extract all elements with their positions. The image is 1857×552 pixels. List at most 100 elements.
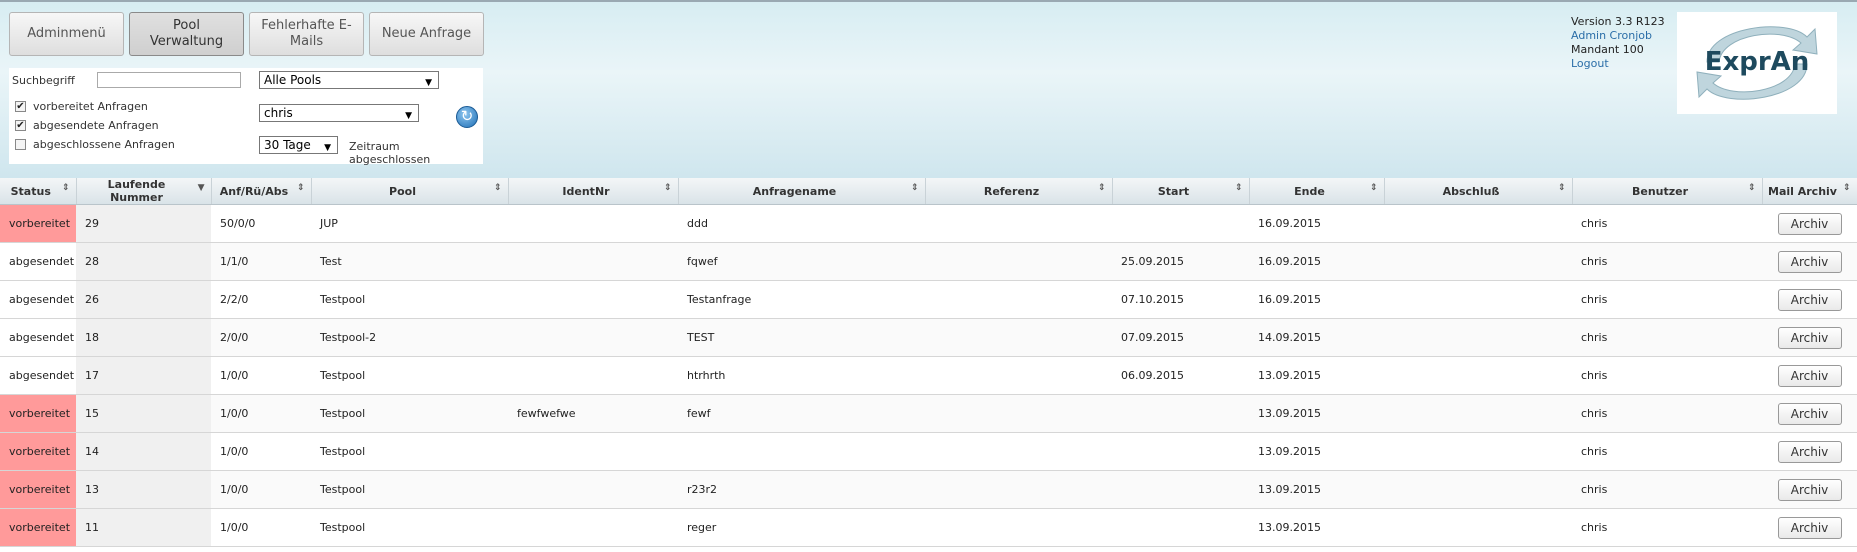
sort-icon[interactable]: ⇕ (494, 183, 502, 193)
archive-button[interactable]: Archiv (1777, 478, 1842, 501)
archive-button[interactable]: Archiv (1777, 364, 1842, 387)
requests-table: Status ⇕ Laufende Nummer ▼ Anf/Rü/Abs ⇕ Pool ⇕ I… (0, 178, 1857, 547)
cell-nr: 26 (76, 280, 211, 319)
sort-icon[interactable]: ⇕ (664, 183, 672, 193)
sort-icon[interactable]: ⇕ (1558, 183, 1566, 193)
cell-ident (508, 242, 678, 281)
archive-button[interactable]: Archiv (1777, 288, 1842, 311)
column-header[interactable]: Mail Archiv ⇕ (1762, 178, 1857, 205)
cell-ident: fewfwefwe (508, 394, 678, 433)
cell-archive: Archiv (1762, 356, 1857, 395)
cell-ende: 16.09.2015 (1249, 280, 1384, 319)
cell-status: vorbereitet (0, 394, 76, 433)
table-row[interactable]: vorbereitet 15 1/0/0 Testpool fewfwefwe fewf 1… (0, 394, 1857, 433)
new-request-button[interactable]: Neue Anfrage (369, 12, 484, 56)
cell-ende: 13.09.2015 (1249, 432, 1384, 471)
logout-link[interactable]: Logout (1571, 57, 1665, 71)
cell-abschluss (1384, 432, 1572, 471)
column-header[interactable]: Pool ⇕ (311, 178, 509, 205)
sent-checkbox[interactable]: ✔ (15, 120, 26, 131)
cell-abschluss (1384, 204, 1572, 243)
table-row[interactable]: abgesendet 17 1/0/0 Testpool htrhrth 06.09.20… (0, 356, 1857, 395)
archive-button[interactable]: Archiv (1777, 440, 1842, 463)
archive-button[interactable]: Archiv (1777, 212, 1842, 235)
cell-ende: 13.09.2015 (1249, 394, 1384, 433)
column-header[interactable]: IdentNr ⇕ (508, 178, 679, 205)
cell-name: Testanfrage (678, 280, 925, 319)
sort-icon[interactable]: ⇕ (1843, 183, 1851, 193)
cell-status: abgesendet (0, 280, 76, 319)
user-select[interactable]: chris ▼ (259, 104, 419, 122)
refresh-icon[interactable]: ↻ (456, 106, 478, 128)
column-header[interactable]: Referenz ⇕ (925, 178, 1113, 205)
column-header[interactable]: Anf/Rü/Abs ⇕ (211, 178, 312, 205)
sort-icon[interactable]: ⇕ (62, 183, 70, 193)
cell-name: TEST (678, 318, 925, 357)
column-header[interactable]: Ende ⇕ (1249, 178, 1385, 205)
admin-menu-button[interactable]: Adminmenü (9, 12, 124, 56)
archive-button[interactable]: Archiv (1777, 326, 1842, 349)
pool-admin-button[interactable]: Pool Verwaltung (129, 12, 244, 56)
pool-select-value: Alle Pools (264, 73, 322, 87)
cell-abschluss (1384, 318, 1572, 357)
column-header[interactable]: Anfragename ⇕ (678, 178, 926, 205)
period-select-value: 30 Tage (264, 138, 311, 152)
table-row[interactable]: vorbereitet 11 1/0/0 Testpool reger 13.09.201… (0, 508, 1857, 547)
faulty-mails-button[interactable]: Fehlerhafte E-Mails (249, 12, 364, 56)
column-header-label: IdentNr (562, 184, 610, 198)
table-row[interactable]: abgesendet 26 2/2/0 Testpool Testanfrage 07.1… (0, 280, 1857, 319)
column-header[interactable]: Status ⇕ (0, 178, 77, 205)
cell-abschluss (1384, 394, 1572, 433)
admin-cronjob-link[interactable]: Admin Cronjob (1571, 29, 1665, 43)
cell-ref (925, 394, 1112, 433)
column-header[interactable]: Benutzer ⇕ (1572, 178, 1763, 205)
cell-ende: 13.09.2015 (1249, 356, 1384, 395)
cell-abschluss (1384, 242, 1572, 281)
cell-archive: Archiv (1762, 508, 1857, 547)
column-header[interactable]: Abschluß ⇕ (1384, 178, 1573, 205)
closed-checkbox[interactable] (15, 139, 26, 150)
cell-start: 06.09.2015 (1112, 356, 1249, 395)
sort-icon[interactable]: ⇕ (1235, 183, 1243, 193)
filter-panel: Suchbegriff Alle Pools ▼ ✔ vorbereitet An… (9, 68, 483, 166)
sort-icon[interactable]: ⇕ (1370, 183, 1378, 193)
table-row[interactable]: vorbereitet 29 50/0/0 JUP ddd 16.09.2015 chris… (0, 204, 1857, 243)
cell-nr: 15 (76, 394, 211, 433)
table-row[interactable]: vorbereitet 13 1/0/0 Testpool r23r2 13.09.201… (0, 470, 1857, 509)
table-row[interactable]: abgesendet 18 2/0/0 Testpool-2 TEST 07.09.201… (0, 318, 1857, 357)
archive-button[interactable]: Archiv (1777, 250, 1842, 273)
sort-desc-icon[interactable]: ▼ (198, 183, 205, 193)
cell-status: vorbereitet (0, 508, 76, 547)
table-header-row: Status ⇕ Laufende Nummer ▼ Anf/Rü/Abs ⇕ Pool ⇕ I… (0, 178, 1857, 205)
sort-icon[interactable]: ⇕ (1748, 183, 1756, 193)
pool-select[interactable]: Alle Pools ▼ (259, 71, 439, 89)
table-row[interactable]: abgesendet 28 1/1/0 Test fqwef 25.09.2015 16.0… (0, 242, 1857, 281)
cell-user: chris (1572, 204, 1762, 243)
table-row[interactable]: vorbereitet 14 1/0/0 Testpool 13.09.2015 chri… (0, 432, 1857, 471)
cell-ref (925, 508, 1112, 547)
column-header[interactable]: Laufende Nummer ▼ (76, 178, 212, 205)
sort-icon[interactable]: ⇕ (1098, 183, 1106, 193)
cell-user: chris (1572, 280, 1762, 319)
archive-button[interactable]: Archiv (1777, 516, 1842, 539)
cell-ident (508, 356, 678, 395)
header: Adminmenü Pool Verwaltung Fehlerhafte E-… (0, 2, 1857, 178)
prepared-checkbox[interactable]: ✔ (15, 101, 26, 112)
cell-user: chris (1572, 318, 1762, 357)
cell-ref (925, 280, 1112, 319)
cell-nr: 28 (76, 242, 211, 281)
cell-status: abgesendet (0, 318, 76, 357)
cell-ident (508, 432, 678, 471)
cell-ende: 14.09.2015 (1249, 318, 1384, 357)
search-input[interactable] (97, 72, 241, 88)
period-select[interactable]: 30 Tage ▼ (259, 136, 338, 154)
cell-archive: Archiv (1762, 470, 1857, 509)
column-header[interactable]: Start ⇕ (1112, 178, 1250, 205)
sort-icon[interactable]: ⇕ (297, 183, 305, 193)
cell-user: chris (1572, 432, 1762, 471)
cell-pool: Testpool (311, 394, 508, 433)
column-header-label: Abschluß (1442, 184, 1500, 198)
archive-button[interactable]: Archiv (1777, 402, 1842, 425)
sort-icon[interactable]: ⇕ (911, 183, 919, 193)
column-header-label: Referenz (983, 184, 1040, 198)
